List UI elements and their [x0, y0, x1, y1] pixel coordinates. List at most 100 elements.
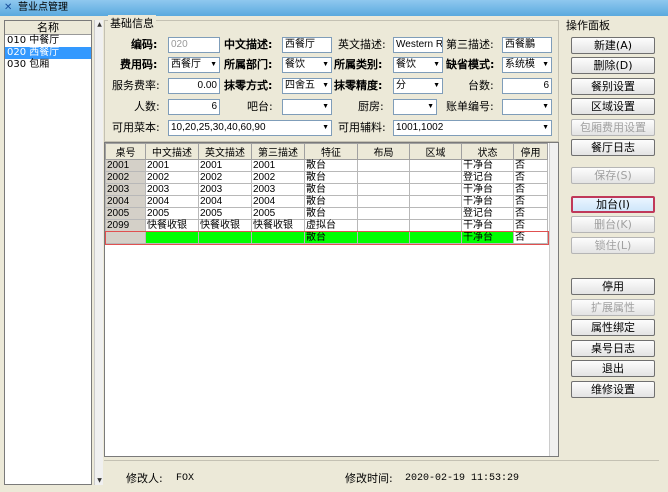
col-header[interactable]: 第三描述 — [251, 143, 305, 160]
table-cell[interactable]: 散台 — [304, 195, 358, 208]
third-desc-field[interactable]: 西餐鵬 — [502, 37, 552, 53]
outlet-list-item-selected[interactable]: 020 西餐厅 — [5, 47, 91, 59]
lock-button[interactable]: 锁住(L) — [571, 237, 655, 254]
table-grid[interactable]: 桌号 中文描述 英文描述 第三描述 特征 布局 区域 状态 停用 2001 200… — [104, 142, 559, 457]
save-button[interactable]: 保存(S) — [571, 167, 655, 184]
table-cell[interactable] — [357, 231, 410, 244]
meal-setup-button[interactable]: 餐别设置 — [571, 78, 655, 95]
table-row[interactable]: 散台 干净台否 — [105, 230, 549, 245]
table-row[interactable]: 2005 2005 2005 2005 散台 登记台否 — [105, 207, 548, 220]
table-cell[interactable]: 2002 — [251, 171, 305, 184]
col-header[interactable]: 停用 — [513, 143, 548, 160]
ext-attr-button[interactable]: 扩展属性 — [571, 299, 655, 316]
table-row[interactable]: 2004 2004 2004 2004 散台 干净台否 — [105, 195, 548, 208]
table-log-button[interactable]: 桌号日志 — [571, 340, 655, 357]
table-cell[interactable]: 2004 — [105, 195, 146, 208]
col-header[interactable]: 布局 — [357, 143, 410, 160]
table-cell[interactable] — [145, 231, 199, 244]
col-header[interactable]: 桌号 — [105, 143, 146, 160]
table-cell[interactable]: 虚拟台 — [304, 219, 358, 232]
table-cell[interactable] — [409, 171, 462, 184]
table-cell[interactable]: 快餐收银 — [198, 219, 252, 232]
table-cell[interactable]: 2004 — [198, 195, 252, 208]
scroll-up-icon[interactable]: ▲ — [95, 20, 104, 29]
bill-no-dropdown[interactable]: ▼ — [502, 99, 552, 115]
table-cell[interactable]: 2002 — [145, 171, 199, 184]
cn-desc-field[interactable]: 西餐厅 — [282, 37, 332, 53]
table-cell[interactable]: 否 — [513, 171, 548, 184]
scroll-down-icon[interactable]: ▼ — [95, 476, 104, 485]
table-cell[interactable] — [357, 195, 410, 208]
table-cell[interactable] — [409, 159, 462, 172]
menu-dropdown[interactable]: 10,20,25,30,40,60,90 ▼ — [168, 120, 332, 136]
outlet-list-item[interactable]: 010 中餐厅 — [5, 35, 91, 47]
table-cell[interactable]: 2005 — [251, 207, 305, 220]
table-cell[interactable]: 否 — [513, 219, 548, 232]
people-field[interactable]: 6 — [168, 99, 220, 115]
table-cell[interactable]: 否 — [513, 195, 548, 208]
table-cell[interactable]: 干净台 — [461, 159, 514, 172]
restaurant-log-button[interactable]: 餐厅日志 — [571, 139, 655, 156]
table-cell[interactable]: 散台 — [304, 183, 358, 196]
table-cell[interactable]: 干净台 — [461, 195, 514, 208]
table-cell[interactable]: 否 — [513, 183, 548, 196]
table-cell[interactable]: 2003 — [105, 183, 146, 196]
en-desc-field[interactable]: Western R — [393, 37, 443, 53]
table-row[interactable]: 2001 2001 2001 2001 散台 干净台否 — [105, 159, 548, 172]
outlet-list-scrollbar[interactable]: ▲ ▼ — [94, 20, 103, 485]
table-cell[interactable]: 2001 — [145, 159, 199, 172]
table-cell[interactable]: 2002 — [198, 171, 252, 184]
table-cell[interactable]: 登记台 — [461, 207, 514, 220]
fee-code-dropdown[interactable]: 西餐厅 ▼ — [168, 57, 220, 73]
table-cell[interactable]: 散台 — [304, 171, 358, 184]
table-cell[interactable]: 2005 — [198, 207, 252, 220]
table-cell[interactable]: 干净台 — [461, 231, 514, 244]
add-table-button[interactable]: 加台(I) — [571, 196, 655, 213]
dept-dropdown[interactable]: 餐饮 ▼ — [282, 57, 332, 73]
bar-dropdown[interactable]: ▼ — [282, 99, 332, 115]
table-cell[interactable]: 散台 — [304, 207, 358, 220]
repair-setup-button[interactable]: 维修设置 — [571, 381, 655, 398]
table-cell[interactable]: 散台 — [304, 159, 358, 172]
table-cell[interactable]: 登记台 — [461, 171, 514, 184]
table-cell[interactable]: 快餐收银 — [145, 219, 199, 232]
table-cell[interactable] — [357, 207, 410, 220]
table-cell[interactable] — [357, 171, 410, 184]
table-cell[interactable]: 2001 — [251, 159, 305, 172]
table-row[interactable]: 2002 2002 2002 2002 散台 登记台否 — [105, 171, 548, 184]
table-cell[interactable]: 2004 — [145, 195, 199, 208]
table-cell[interactable]: 2003 — [251, 183, 305, 196]
table-cell[interactable] — [105, 231, 146, 244]
grid-scrollbar[interactable] — [549, 143, 558, 456]
table-cell[interactable] — [251, 231, 305, 244]
code-field[interactable]: 020 — [168, 37, 220, 53]
table-cell[interactable]: 干净台 — [461, 219, 514, 232]
table-cell[interactable] — [409, 183, 462, 196]
table-cell[interactable]: 2003 — [145, 183, 199, 196]
tables-field[interactable]: 6 — [502, 78, 552, 94]
new-button[interactable]: 新建(A) — [571, 37, 655, 54]
table-cell[interactable] — [409, 231, 462, 244]
col-header[interactable]: 特征 — [304, 143, 358, 160]
rounding-mode-dropdown[interactable]: 四舍五 ▼ — [282, 78, 332, 94]
table-cell[interactable] — [357, 183, 410, 196]
rounding-precision-dropdown[interactable]: 分 ▼ — [393, 78, 443, 94]
table-cell[interactable] — [409, 207, 462, 220]
table-cell[interactable]: 否 — [513, 159, 548, 172]
table-cell[interactable] — [357, 219, 410, 232]
table-cell[interactable]: 2099 — [105, 219, 146, 232]
delete-button[interactable]: 删除(D) — [571, 57, 655, 74]
table-cell[interactable] — [357, 159, 410, 172]
table-cell[interactable]: 2001 — [105, 159, 146, 172]
table-cell[interactable]: 否 — [513, 207, 548, 220]
table-cell[interactable]: 2005 — [145, 207, 199, 220]
col-header[interactable]: 英文描述 — [198, 143, 252, 160]
table-cell[interactable]: 2002 — [105, 171, 146, 184]
table-cell[interactable]: 2003 — [198, 183, 252, 196]
col-header[interactable]: 状态 — [461, 143, 514, 160]
attr-bind-button[interactable]: 属性绑定 — [571, 319, 655, 336]
disable-button[interactable]: 停用 — [571, 278, 655, 295]
table-row[interactable]: 2003 2003 2003 2003 散台 干净台否 — [105, 183, 548, 196]
outlet-list[interactable]: 名称 010 中餐厅 020 西餐厅 030 包厢 — [4, 20, 92, 485]
kitchen-dropdown[interactable]: ▼ — [393, 99, 437, 115]
